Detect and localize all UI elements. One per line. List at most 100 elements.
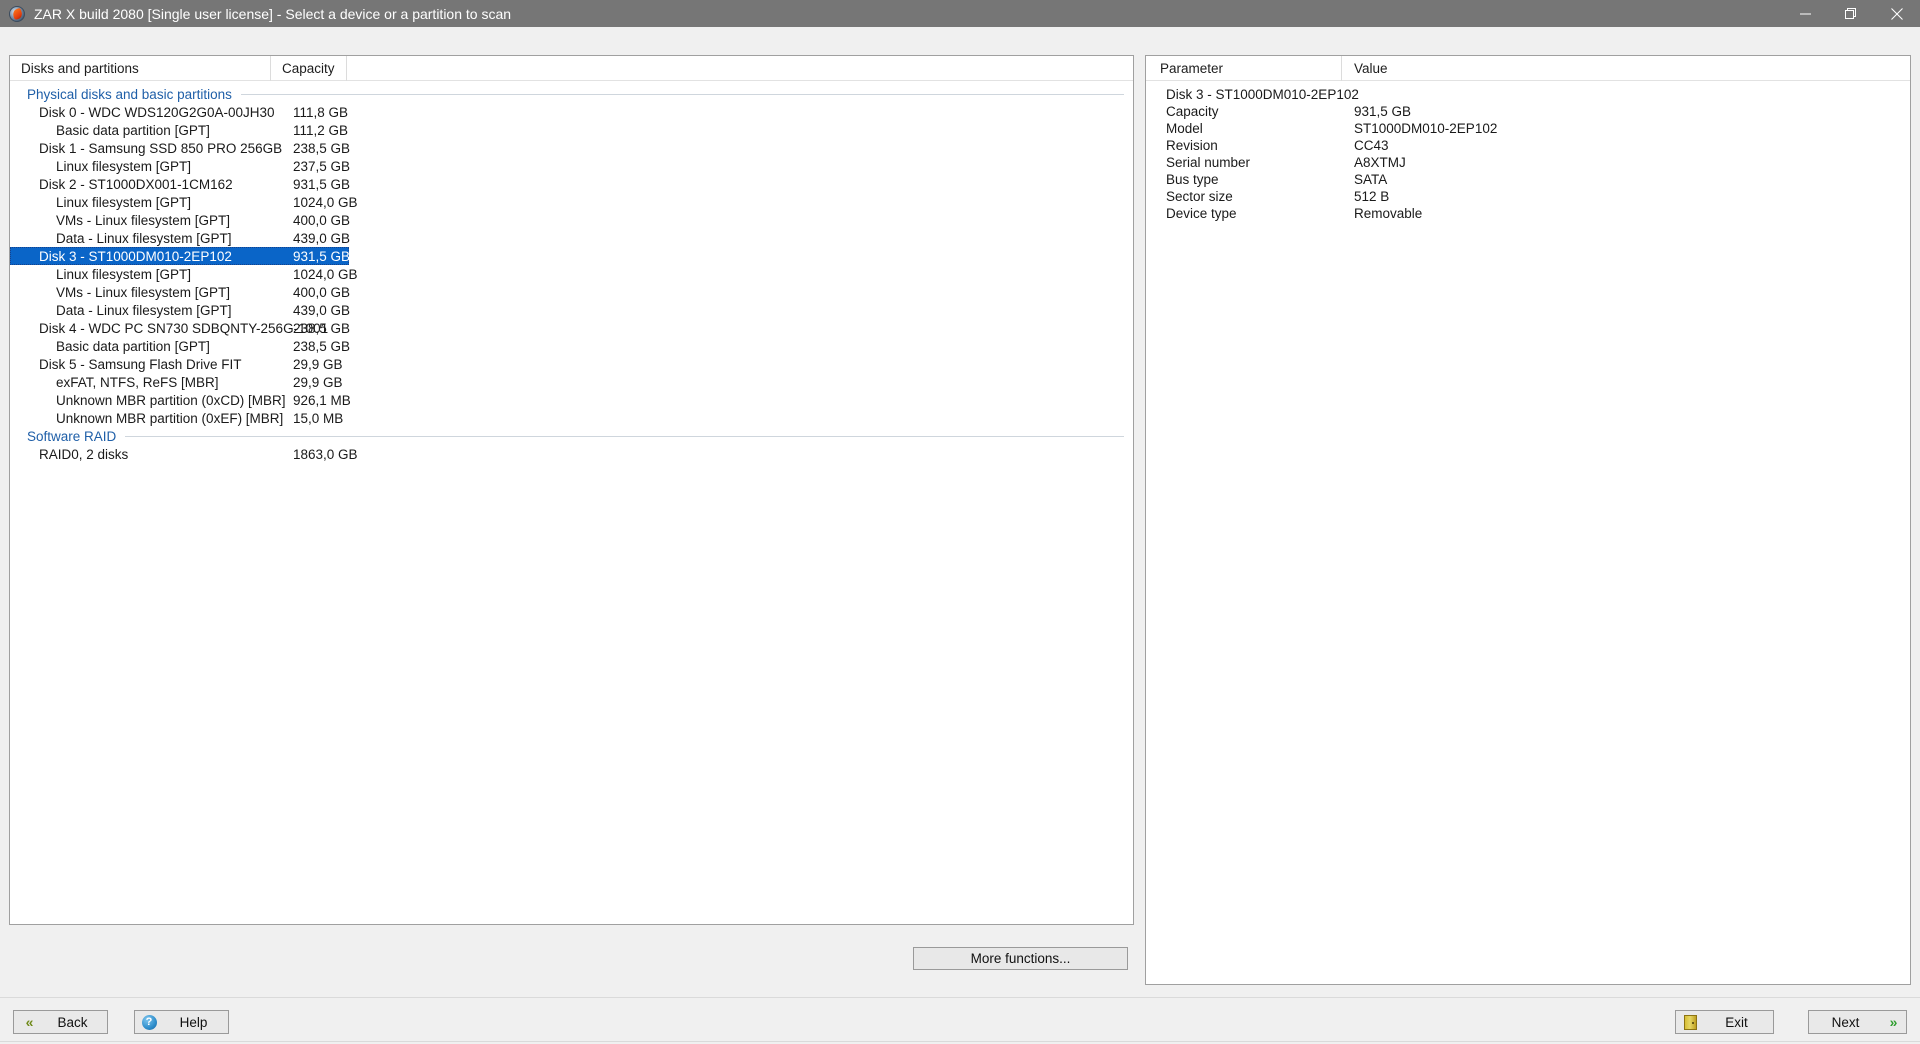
parameter-name: Device type bbox=[1146, 206, 1237, 221]
device-tree-row[interactable]: Linux filesystem [GPT] 1024,0 GB bbox=[10, 265, 1133, 283]
parameter-row: Sector size 512 B bbox=[1146, 188, 1910, 205]
device-tree-row[interactable]: Unknown MBR partition (0xCD) [MBR] 926,1 … bbox=[10, 391, 1133, 409]
exit-button[interactable]: Exit bbox=[1675, 1010, 1774, 1034]
help-button[interactable]: ? Help bbox=[134, 1010, 229, 1034]
device-row-name: Disk 4 - WDC PC SN730 SDBQNTY-256G-1001 bbox=[10, 321, 328, 336]
parameter-value: SATA bbox=[1354, 171, 1387, 188]
tree-group-header: Software RAID bbox=[10, 427, 1133, 445]
close-icon[interactable] bbox=[1874, 0, 1920, 27]
parameter-value: A8XTMJ bbox=[1354, 154, 1406, 171]
chevron-double-right-icon: » bbox=[1882, 1013, 1902, 1031]
device-tree-row[interactable]: Disk 1 - Samsung SSD 850 PRO 256GB 238,5 … bbox=[10, 139, 1133, 157]
device-tree-row[interactable]: Basic data partition [GPT] 111,2 GB bbox=[10, 121, 1133, 139]
device-tree-row[interactable]: Disk 0 - WDC WDS120G2G0A-00JH30 111,8 GB bbox=[10, 103, 1133, 121]
parameter-value: ST1000DM010-2EP102 bbox=[1354, 120, 1497, 137]
column-header-parameter[interactable]: Parameter bbox=[1146, 56, 1342, 81]
parameter-row: Device type Removable bbox=[1146, 205, 1910, 222]
device-row-capacity: 111,8 GB bbox=[293, 105, 348, 120]
column-header-value[interactable]: Value bbox=[1342, 56, 1388, 81]
next-button[interactable]: » Next bbox=[1808, 1010, 1907, 1034]
device-row-capacity: 439,0 GB bbox=[293, 231, 350, 246]
device-tree[interactable]: Physical disks and basic partitions Disk … bbox=[10, 81, 1133, 463]
device-tree-row[interactable]: Data - Linux filesystem [GPT] 439,0 GB bbox=[10, 229, 1133, 247]
device-row-capacity: 400,0 GB bbox=[293, 285, 350, 300]
parameters-header: Parameter Value bbox=[1146, 56, 1910, 81]
device-row-capacity: 931,5 GB bbox=[293, 249, 350, 264]
parameter-value: Removable bbox=[1354, 205, 1422, 222]
device-tree-row[interactable]: Linux filesystem [GPT] 237,5 GB bbox=[10, 157, 1133, 175]
parameter-name: Revision bbox=[1146, 138, 1218, 153]
device-row-capacity: 931,5 GB bbox=[293, 177, 350, 192]
tree-group-label: Physical disks and basic partitions bbox=[27, 87, 232, 102]
device-tree-row[interactable]: Unknown MBR partition (0xEF) [MBR] 15,0 M… bbox=[10, 409, 1133, 427]
device-row-name: Basic data partition [GPT] bbox=[10, 339, 210, 354]
device-tree-row[interactable]: Disk 5 - Samsung Flash Drive FIT 29,9 GB bbox=[10, 355, 1133, 373]
parameter-row: Revision CC43 bbox=[1146, 137, 1910, 154]
device-row-capacity: 238,5 GB bbox=[293, 339, 350, 354]
device-row-capacity: 15,0 MB bbox=[293, 411, 343, 426]
help-question-icon: ? bbox=[139, 1013, 159, 1031]
device-row-capacity: 29,9 GB bbox=[293, 375, 343, 390]
window-titlebar[interactable]: ZAR X build 2080 [Single user license] -… bbox=[0, 0, 1920, 27]
device-row-name: Linux filesystem [GPT] bbox=[10, 195, 191, 210]
device-tree-row[interactable]: Disk 4 - WDC PC SN730 SDBQNTY-256G-1001 2… bbox=[10, 319, 1133, 337]
device-row-name: Unknown MBR partition (0xEF) [MBR] bbox=[10, 411, 283, 426]
minimize-icon[interactable] bbox=[1782, 0, 1828, 27]
device-row-capacity: 111,2 GB bbox=[293, 123, 348, 138]
tree-group-header: Physical disks and basic partitions bbox=[10, 85, 1133, 103]
exit-button-label: Exit bbox=[1700, 1015, 1773, 1030]
parameter-row: Bus type SATA bbox=[1146, 171, 1910, 188]
device-tree-row[interactable]: RAID0, 2 disks 1863,0 GB bbox=[10, 445, 1133, 463]
device-tree-row[interactable]: VMs - Linux filesystem [GPT] 400,0 GB bbox=[10, 283, 1133, 301]
device-row-name: Disk 5 - Samsung Flash Drive FIT bbox=[10, 357, 242, 372]
parameter-value: 931,5 GB bbox=[1354, 103, 1411, 120]
tree-group-rule bbox=[241, 94, 1124, 95]
tree-group-label: Software RAID bbox=[27, 429, 116, 444]
device-tree-row[interactable]: Basic data partition [GPT] 238,5 GB bbox=[10, 337, 1133, 355]
maximize-icon[interactable] bbox=[1828, 0, 1874, 27]
parameter-name: Serial number bbox=[1146, 155, 1250, 170]
device-row-capacity: 926,1 MB bbox=[293, 393, 351, 408]
device-row-name: VMs - Linux filesystem [GPT] bbox=[10, 213, 230, 228]
back-button[interactable]: « Back bbox=[13, 1010, 108, 1034]
device-tree-row[interactable]: Disk 2 - ST1000DX001-1CM162 931,5 GB bbox=[10, 175, 1133, 193]
parameter-name: Capacity bbox=[1146, 104, 1219, 119]
device-row-name: exFAT, NTFS, ReFS [MBR] bbox=[10, 375, 219, 390]
client-area: Disks and partitions Capacity Physical d… bbox=[0, 27, 1920, 1044]
parameter-name: Disk 3 - ST1000DM010-2EP102 bbox=[1146, 87, 1359, 102]
device-row-name: RAID0, 2 disks bbox=[10, 447, 128, 462]
window-title: ZAR X build 2080 [Single user license] -… bbox=[34, 6, 511, 22]
column-header-capacity[interactable]: Capacity bbox=[271, 56, 347, 81]
device-row-name: Disk 0 - WDC WDS120G2G0A-00JH30 bbox=[10, 105, 275, 120]
next-button-label: Next bbox=[1809, 1015, 1882, 1030]
parameter-value: 512 B bbox=[1354, 188, 1389, 205]
device-tree-row[interactable]: VMs - Linux filesystem [GPT] 400,0 GB bbox=[10, 211, 1133, 229]
parameter-name: Bus type bbox=[1146, 172, 1219, 187]
more-functions-button[interactable]: More functions... bbox=[913, 947, 1128, 970]
device-tree-row[interactable]: exFAT, NTFS, ReFS [MBR] 29,9 GB bbox=[10, 373, 1133, 391]
device-row-name: Data - Linux filesystem [GPT] bbox=[10, 303, 232, 318]
device-row-name: Basic data partition [GPT] bbox=[10, 123, 210, 138]
exit-door-icon bbox=[1680, 1013, 1700, 1031]
device-tree-row[interactable]: Data - Linux filesystem [GPT] 439,0 GB bbox=[10, 301, 1133, 319]
parameter-row: Capacity 931,5 GB bbox=[1146, 103, 1910, 120]
parameters-panel[interactable]: Parameter Value Disk 3 - ST1000DM010-2EP… bbox=[1145, 55, 1911, 985]
help-button-label: Help bbox=[159, 1015, 228, 1030]
device-row-capacity: 1024,0 GB bbox=[293, 195, 358, 210]
device-list-panel[interactable]: Disks and partitions Capacity Physical d… bbox=[9, 55, 1134, 925]
parameter-value: CC43 bbox=[1354, 137, 1389, 154]
device-row-name: VMs - Linux filesystem [GPT] bbox=[10, 285, 230, 300]
device-row-capacity: 29,9 GB bbox=[293, 357, 343, 372]
column-header-name[interactable]: Disks and partitions bbox=[10, 56, 271, 81]
device-row-capacity: 238,5 GB bbox=[293, 321, 350, 336]
device-row-name: Linux filesystem [GPT] bbox=[10, 159, 191, 174]
app-disc-icon bbox=[8, 5, 26, 23]
device-tree-row[interactable]: Disk 3 - ST1000DM010-2EP102 931,5 GB bbox=[10, 247, 349, 265]
device-row-name: Linux filesystem [GPT] bbox=[10, 267, 191, 282]
device-row-name: Disk 2 - ST1000DX001-1CM162 bbox=[10, 177, 233, 192]
device-tree-row[interactable]: Linux filesystem [GPT] 1024,0 GB bbox=[10, 193, 1133, 211]
back-button-label: Back bbox=[38, 1015, 107, 1030]
parameter-name: Model bbox=[1146, 121, 1203, 136]
device-row-capacity: 439,0 GB bbox=[293, 303, 350, 318]
window-controls bbox=[1782, 0, 1920, 27]
